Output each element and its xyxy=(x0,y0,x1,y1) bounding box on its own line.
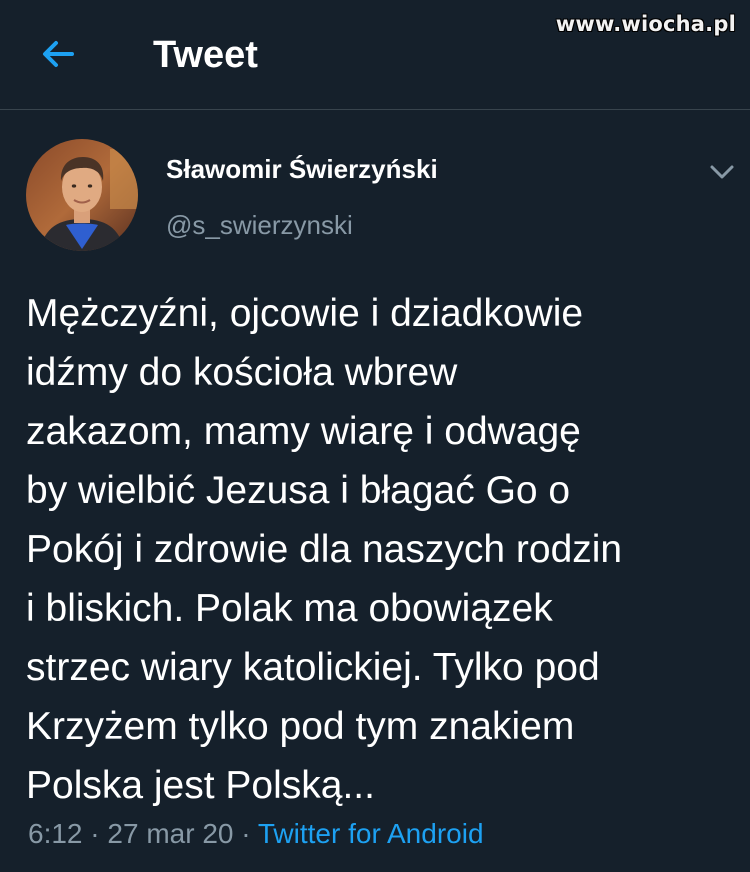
chevron-down-icon xyxy=(710,165,734,179)
arrow-left-icon xyxy=(43,41,74,67)
app-header: Tweet xyxy=(0,0,750,110)
tweet-date: 27 mar 20 xyxy=(107,818,234,849)
tweet-time: 6:12 xyxy=(28,818,83,849)
tweet-source-link[interactable]: Twitter for Android xyxy=(258,818,484,849)
tweet-metadata: 6:12 · 27 mar 20 · Twitter for Android xyxy=(28,818,484,850)
tweet-text: Mężczyźni, ojcowie i dziadkowie idźmy do… xyxy=(26,292,623,807)
page-title: Tweet xyxy=(153,34,258,76)
back-button[interactable] xyxy=(34,30,82,78)
author-handle[interactable]: @s_swierzynski xyxy=(166,210,353,241)
meta-separator: · xyxy=(233,818,258,849)
avatar[interactable] xyxy=(26,139,138,251)
author-display-name[interactable]: Sławomir Świerzyński xyxy=(166,154,438,185)
tweet-menu-button[interactable] xyxy=(704,158,740,186)
meta-separator: · xyxy=(82,818,108,849)
